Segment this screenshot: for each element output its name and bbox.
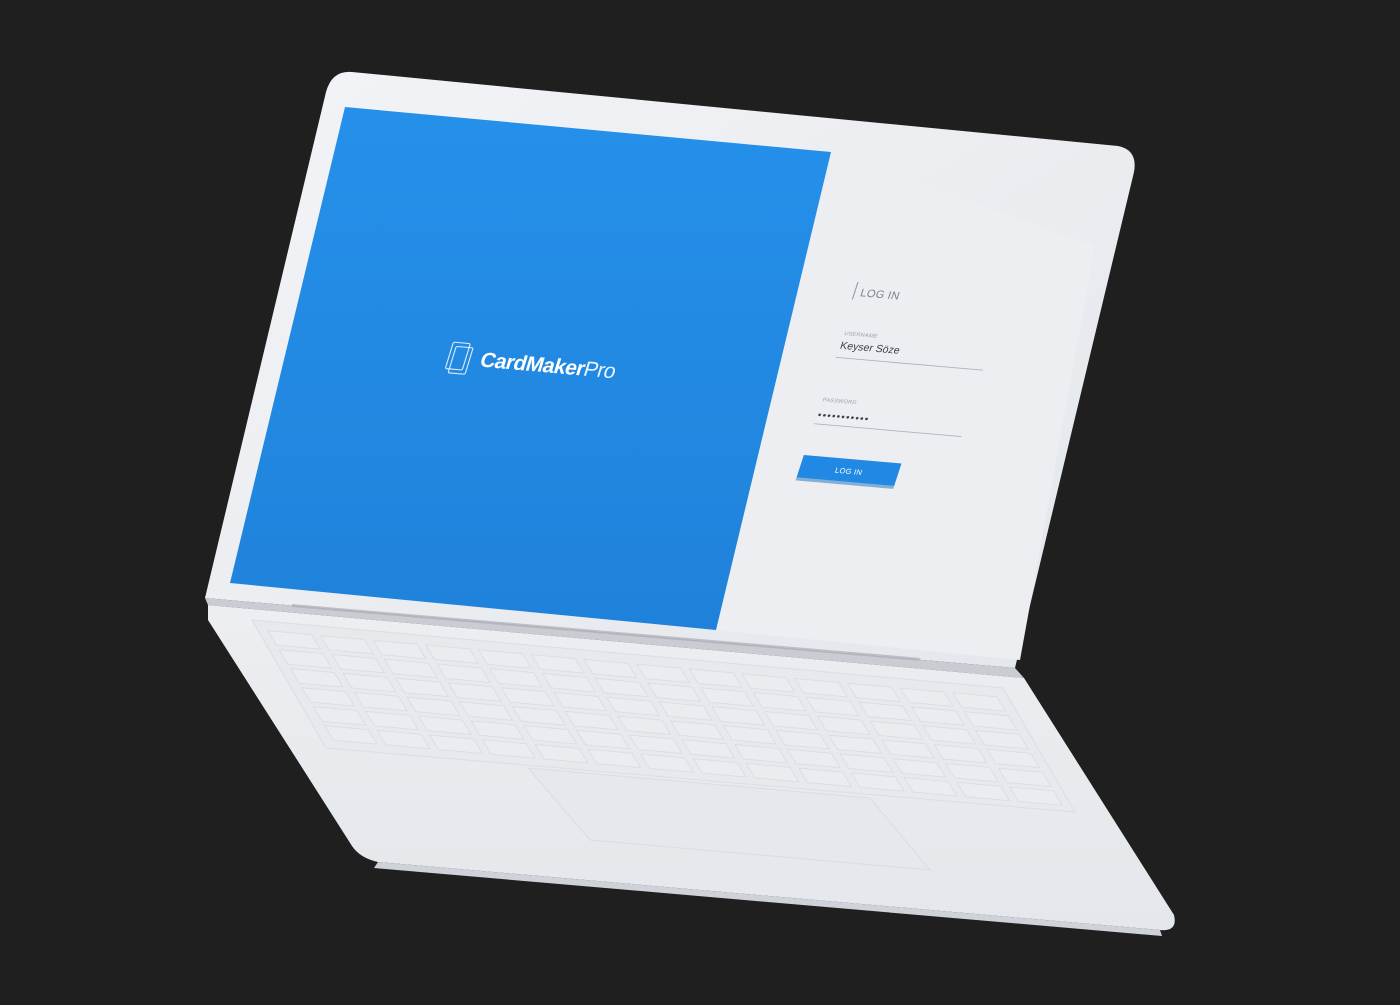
laptop-illustration: CardMakerPro LOG IN USERNAME Keyser Söze… — [205, 71, 1175, 936]
logo-text-light: Pro — [581, 358, 619, 383]
laptop-mockup: CardMakerPro LOG IN USERNAME Keyser Söze… — [0, 0, 1400, 1000]
